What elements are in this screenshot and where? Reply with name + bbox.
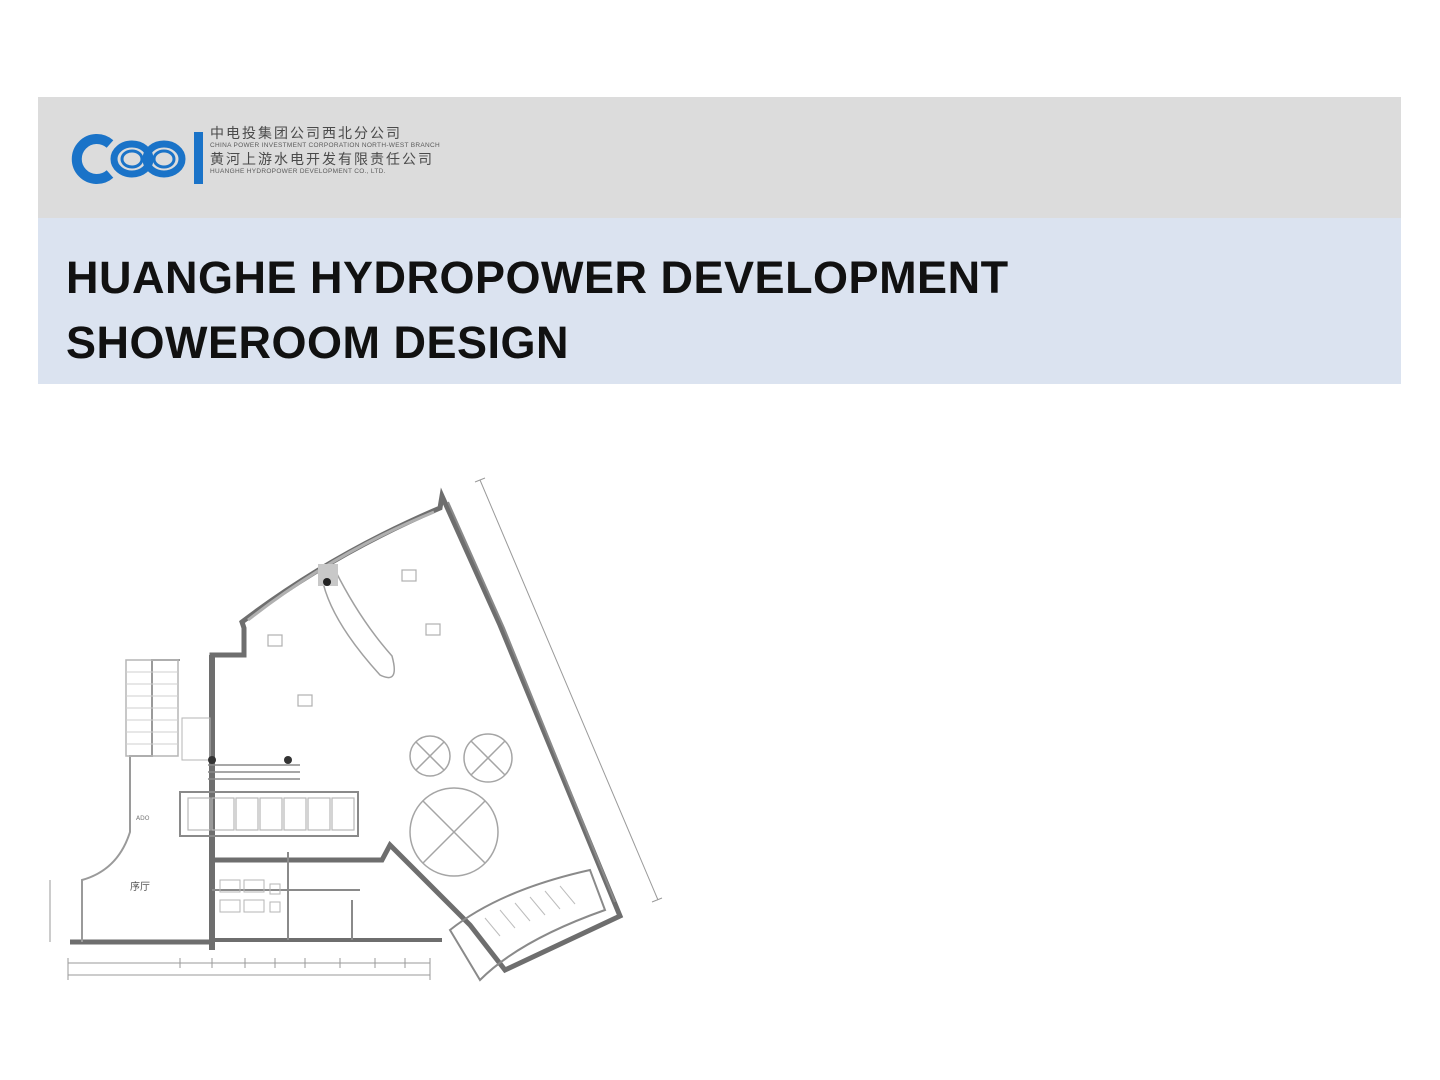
title-band: HUANGHE HYDROPOWER DEVELOPMENT SHOWEROOM… [38, 218, 1401, 384]
logo-line2-cn: 黄河上游水电开发有限责任公司 [210, 151, 434, 168]
floor-plan-drawing: 序厅 ADO [30, 460, 680, 1040]
logo-line1-en: CHINA POWER INVESTMENT CORPORATION NORTH… [210, 142, 440, 149]
header-band: 中电投集团公司西北分公司 CHINA POWER INVESTMENT CORP… [38, 97, 1401, 218]
page-title-line2: SHOWEROOM DESIGN [66, 317, 570, 368]
logo-line1-cn: 中电投集团公司西北分公司 [210, 126, 402, 142]
room-label-ado: ADO [136, 815, 150, 822]
logo-text: 中电投集团公司西北分公司 CHINA POWER INVESTMENT CORP… [210, 127, 470, 175]
page-title-line1: HUANGHE HYDROPOWER DEVELOPMENT [66, 252, 1009, 303]
logo-line2-en: HUANGHE HYDROPOWER DEVELOPMENT CO., LTD. [210, 167, 386, 175]
room-label-lobby: 序厅 [130, 880, 150, 893]
